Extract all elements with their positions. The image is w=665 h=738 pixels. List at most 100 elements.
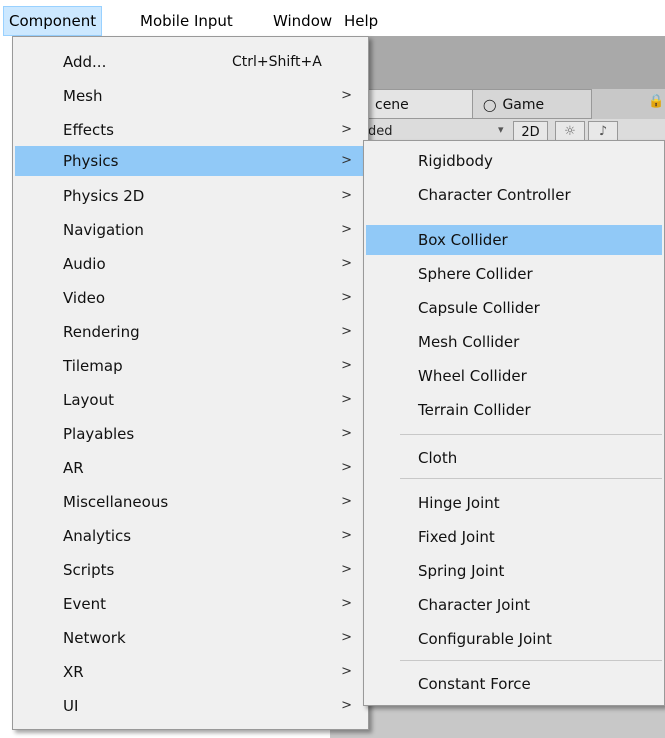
submenu-item-capsule-collider[interactable]: Capsule Collider (366, 293, 662, 323)
chevron-right-icon: > (341, 222, 352, 237)
chevron-right-icon: > (341, 358, 352, 373)
menu-item-label: Network (63, 629, 126, 647)
menu-item-label: Physics (63, 152, 119, 170)
submenu-item-character-joint[interactable]: Character Joint (366, 590, 662, 620)
chevron-right-icon: > (341, 494, 352, 509)
menu-item-label: Scripts (63, 561, 115, 579)
menu-item-analytics[interactable]: Analytics > (15, 521, 366, 551)
menu-mobile-input[interactable]: Mobile Input (135, 6, 238, 36)
submenu-item-label: Spring Joint (418, 562, 505, 580)
menu-item-playables[interactable]: Playables > (15, 419, 366, 449)
menu-item-label: Analytics (63, 527, 132, 545)
menu-item-label: Playables (63, 425, 135, 443)
menu-item-network[interactable]: Network > (15, 623, 366, 653)
submenu-item-label: Sphere Collider (418, 265, 533, 283)
editor-toolbar (330, 36, 665, 89)
submenu-item-label: Configurable Joint (418, 630, 552, 648)
menu-item-navigation[interactable]: Navigation > (15, 215, 366, 245)
chevron-right-icon: > (341, 698, 352, 713)
menu-help[interactable]: Help (339, 6, 383, 36)
component-menu: Add... Ctrl+Shift+A Mesh > Effects > Phy… (12, 36, 369, 730)
chevron-right-icon: > (341, 122, 352, 137)
chevron-right-icon: > (341, 562, 352, 577)
menu-item-event[interactable]: Event > (15, 589, 366, 619)
chevron-right-icon: > (341, 664, 352, 679)
menu-item-audio[interactable]: Audio > (15, 249, 366, 279)
menu-item-mesh[interactable]: Mesh > (15, 81, 366, 111)
shortcut-label: Ctrl+Shift+A (232, 54, 322, 70)
menu-item-tilemap[interactable]: Tilemap > (15, 351, 366, 381)
menu-item-label: Mesh (63, 87, 103, 105)
submenu-item-rigidbody[interactable]: Rigidbody (366, 146, 662, 176)
submenu-item-label: Terrain Collider (418, 401, 531, 419)
chevron-right-icon: > (341, 324, 352, 339)
menu-item-rendering[interactable]: Rendering > (15, 317, 366, 347)
chevron-right-icon: > (341, 460, 352, 475)
submenu-item-mesh-collider[interactable]: Mesh Collider (366, 327, 662, 357)
submenu-item-spring-joint[interactable]: Spring Joint (366, 556, 662, 586)
chevron-right-icon: > (341, 256, 352, 271)
menu-item-label: Tilemap (63, 357, 123, 375)
chevron-right-icon: > (341, 426, 352, 441)
menu-item-label: Miscellaneous (63, 493, 169, 511)
submenu-item-terrain-collider[interactable]: Terrain Collider (366, 395, 662, 425)
menu-item-video[interactable]: Video > (15, 283, 366, 313)
tab-scene[interactable]: cene (364, 89, 474, 119)
submenu-item-label: Character Joint (418, 596, 530, 614)
chevron-right-icon: > (341, 188, 352, 203)
menu-item-label: Layout (63, 391, 114, 409)
menu-item-xr[interactable]: XR > (15, 657, 366, 687)
submenu-item-label: Fixed Joint (418, 528, 495, 546)
menu-item-ui[interactable]: UI > (15, 691, 366, 721)
menu-item-label: Effects (63, 121, 114, 139)
menu-item-layout[interactable]: Layout > (15, 385, 366, 415)
submenu-item-label: Cloth (418, 449, 458, 467)
menu-item-label: Navigation (63, 221, 144, 239)
submenu-item-cloth[interactable]: Cloth (366, 443, 662, 473)
shading-mode-dropdown[interactable]: ded (368, 124, 393, 139)
menu-item-miscellaneous[interactable]: Miscellaneous > (15, 487, 366, 517)
menu-item-effects[interactable]: Effects > (15, 115, 366, 145)
menu-item-label: XR (63, 663, 84, 681)
menu-item-physics[interactable]: Physics > (15, 146, 366, 176)
submenu-item-label: Wheel Collider (418, 367, 527, 385)
menu-item-label: Event (63, 595, 106, 613)
submenu-item-configurable-joint[interactable]: Configurable Joint (366, 624, 662, 654)
tab-game[interactable]: ◯ Game (472, 89, 592, 119)
chevron-right-icon: > (341, 290, 352, 305)
menu-divider (400, 434, 662, 435)
chevron-right-icon: > (341, 153, 352, 168)
menu-item-label: Add... (63, 53, 107, 71)
menu-item-ar[interactable]: AR > (15, 453, 366, 483)
chevron-right-icon: > (341, 596, 352, 611)
physics-submenu: Rigidbody Character Controller Box Colli… (363, 140, 665, 706)
menu-item-add[interactable]: Add... Ctrl+Shift+A (15, 47, 366, 77)
chevron-right-icon: > (341, 88, 352, 103)
menu-item-label: Rendering (63, 323, 140, 341)
submenu-item-label: Hinge Joint (418, 494, 500, 512)
menu-item-physics-2d[interactable]: Physics 2D > (15, 181, 366, 211)
menu-divider (400, 660, 662, 661)
game-icon: ◯ (483, 98, 497, 112)
submenu-item-label: Capsule Collider (418, 299, 540, 317)
menu-item-label: Video (63, 289, 106, 307)
chevron-right-icon: > (341, 528, 352, 543)
menu-item-scripts[interactable]: Scripts > (15, 555, 366, 585)
submenu-item-hinge-joint[interactable]: Hinge Joint (366, 488, 662, 518)
menu-component[interactable]: Component (3, 6, 103, 36)
submenu-item-wheel-collider[interactable]: Wheel Collider (366, 361, 662, 391)
chevron-down-icon[interactable]: ▾ (498, 123, 504, 136)
submenu-item-constant-force[interactable]: Constant Force (366, 669, 662, 699)
menu-divider (400, 478, 662, 479)
menu-item-label: UI (63, 697, 79, 715)
tab-game-label: Game (502, 97, 545, 113)
submenu-item-sphere-collider[interactable]: Sphere Collider (366, 259, 662, 289)
menu-item-label: AR (63, 459, 84, 477)
submenu-item-label: Character Controller (418, 186, 571, 204)
menu-window[interactable]: Window (268, 6, 337, 36)
menu-item-label: Physics 2D (63, 187, 145, 205)
submenu-item-character-controller[interactable]: Character Controller (366, 180, 662, 210)
lock-icon[interactable]: 🔒 (648, 94, 664, 109)
submenu-item-fixed-joint[interactable]: Fixed Joint (366, 522, 662, 552)
submenu-item-box-collider[interactable]: Box Collider (366, 225, 662, 255)
